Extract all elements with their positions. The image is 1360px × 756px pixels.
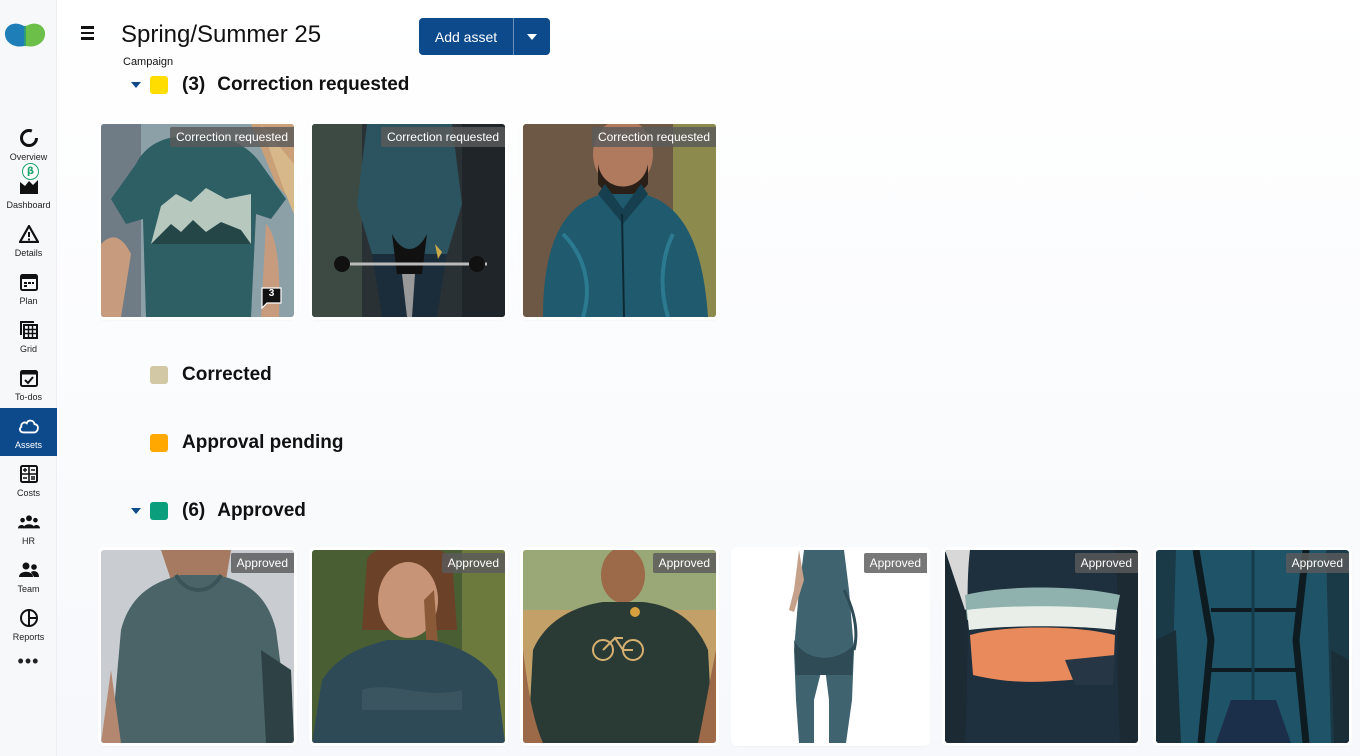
sidebar-item-label: Reports — [12, 632, 45, 642]
asset-thumbnail — [523, 550, 716, 743]
menu-toggle-icon[interactable] — [81, 26, 97, 42]
status-color-swatch — [150, 434, 168, 452]
sidebar-item-label: Costs — [16, 488, 40, 498]
status-color-swatch — [150, 502, 168, 520]
sidebar-item-label: Assets — [14, 440, 42, 450]
collapse-caret-icon[interactable] — [131, 82, 141, 88]
sidebar-item-label: To-dos — [14, 392, 42, 402]
beta-badge: β — [22, 163, 39, 180]
add-asset-dropdown-button[interactable] — [514, 18, 550, 55]
asset-thumbnail — [945, 550, 1138, 743]
sidebar-item-reports[interactable]: Reports — [0, 600, 57, 648]
status-badge: Approved — [230, 553, 294, 573]
app-logo[interactable] — [4, 22, 46, 50]
status-badge: Approved — [1285, 553, 1349, 573]
asset-card[interactable]: Correction requested — [312, 124, 505, 317]
status-badge: Approved — [1074, 553, 1138, 573]
sidebar-item-costs[interactable]: Costs — [0, 456, 57, 504]
status-badge: Correction requested — [380, 127, 505, 147]
group-count: (6) — [182, 500, 206, 521]
asset-card[interactable]: Correction requested — [523, 124, 716, 317]
asset-thumbnail — [101, 550, 294, 743]
sidebar-item-plan[interactable]: Plan — [0, 264, 57, 312]
group-title: Correction requested — [217, 74, 410, 95]
page-title: Spring/Summer 25 — [121, 21, 322, 48]
sidebar-item-details[interactable]: Details — [0, 216, 57, 264]
asset-thumbnail — [312, 550, 505, 743]
more-menu-icon[interactable]: ••• — [0, 648, 57, 678]
sidebar-item-label: Grid — [19, 344, 37, 354]
sidebar-item-overview[interactable]: Overview — [0, 120, 57, 168]
grid-icon — [18, 319, 40, 341]
status-badge: Correction requested — [591, 127, 716, 147]
comment-count: 3 — [268, 288, 275, 299]
asset-card[interactable]: Approved — [312, 550, 505, 743]
sidebar-item-label: Overview — [9, 152, 48, 162]
sidebar-item-label: Dashboard — [6, 200, 51, 210]
pie-icon — [18, 607, 40, 629]
asset-card[interactable]: Approved — [734, 550, 927, 743]
sidebar-item-label: Team — [17, 584, 40, 594]
status-color-swatch — [150, 366, 168, 384]
sidebar-item-team[interactable]: Team — [0, 552, 57, 600]
asset-thumbnail — [312, 124, 505, 317]
sidebar-item-hr[interactable]: HR — [0, 504, 57, 552]
status-badge: Approved — [441, 553, 505, 573]
sidebar-item-label: HR — [22, 536, 35, 546]
todo-icon — [18, 367, 40, 389]
group-header-approval-pending: Approval pending — [150, 432, 344, 454]
group-title: Approved — [217, 500, 306, 521]
asset-card[interactable]: Correction requested 3 — [101, 124, 294, 317]
asset-card[interactable]: Approved — [101, 550, 294, 743]
cloud-icon — [18, 415, 40, 437]
group-count: (3) — [182, 74, 206, 95]
details-icon — [18, 223, 40, 245]
group-header-corrected: Corrected — [150, 364, 272, 386]
team-icon — [18, 559, 40, 581]
group-title: Approval pending — [182, 432, 344, 453]
page-subtitle: Campaign — [123, 56, 174, 68]
status-badge: Approved — [863, 553, 927, 573]
chevron-down-icon — [527, 33, 537, 40]
collapse-caret-icon[interactable] — [131, 508, 141, 514]
group-header-correction-requested: (3) Correction requested — [131, 74, 409, 96]
add-asset-button-group: Add asset — [419, 18, 550, 55]
overview-icon — [18, 127, 40, 149]
status-badge: Approved — [652, 553, 716, 573]
sidebar-item-grid[interactable]: Grid — [0, 312, 57, 360]
asset-thumbnail — [734, 550, 927, 743]
calculator-icon — [18, 463, 40, 485]
status-badge: Correction requested — [169, 127, 294, 147]
asset-card[interactable]: Approved — [1156, 550, 1349, 743]
sidebar-nav: Overview Dashboard Details Plan Grid To-… — [0, 120, 57, 678]
sidebar: Overview Dashboard Details Plan Grid To-… — [0, 0, 57, 756]
sidebar-item-todos[interactable]: To-dos — [0, 360, 57, 408]
people-icon — [17, 511, 40, 533]
sidebar-item-label: Details — [14, 248, 43, 258]
sidebar-item-assets[interactable]: Assets — [0, 408, 57, 456]
asset-thumbnail — [1156, 550, 1349, 743]
group-header-approved: (6) Approved — [131, 500, 306, 522]
calendar-icon — [18, 271, 40, 293]
main-content: Spring/Summer 25 Campaign Add asset (3) … — [57, 0, 1360, 756]
group-title: Corrected — [182, 364, 272, 385]
add-asset-button[interactable]: Add asset — [419, 18, 514, 55]
comment-count-icon[interactable]: 3 — [261, 287, 282, 310]
asset-card[interactable]: Approved — [523, 550, 716, 743]
status-color-swatch — [150, 76, 168, 94]
asset-thumbnail — [523, 124, 716, 317]
sidebar-item-label: Plan — [19, 296, 38, 306]
asset-card[interactable]: Approved — [945, 550, 1138, 743]
